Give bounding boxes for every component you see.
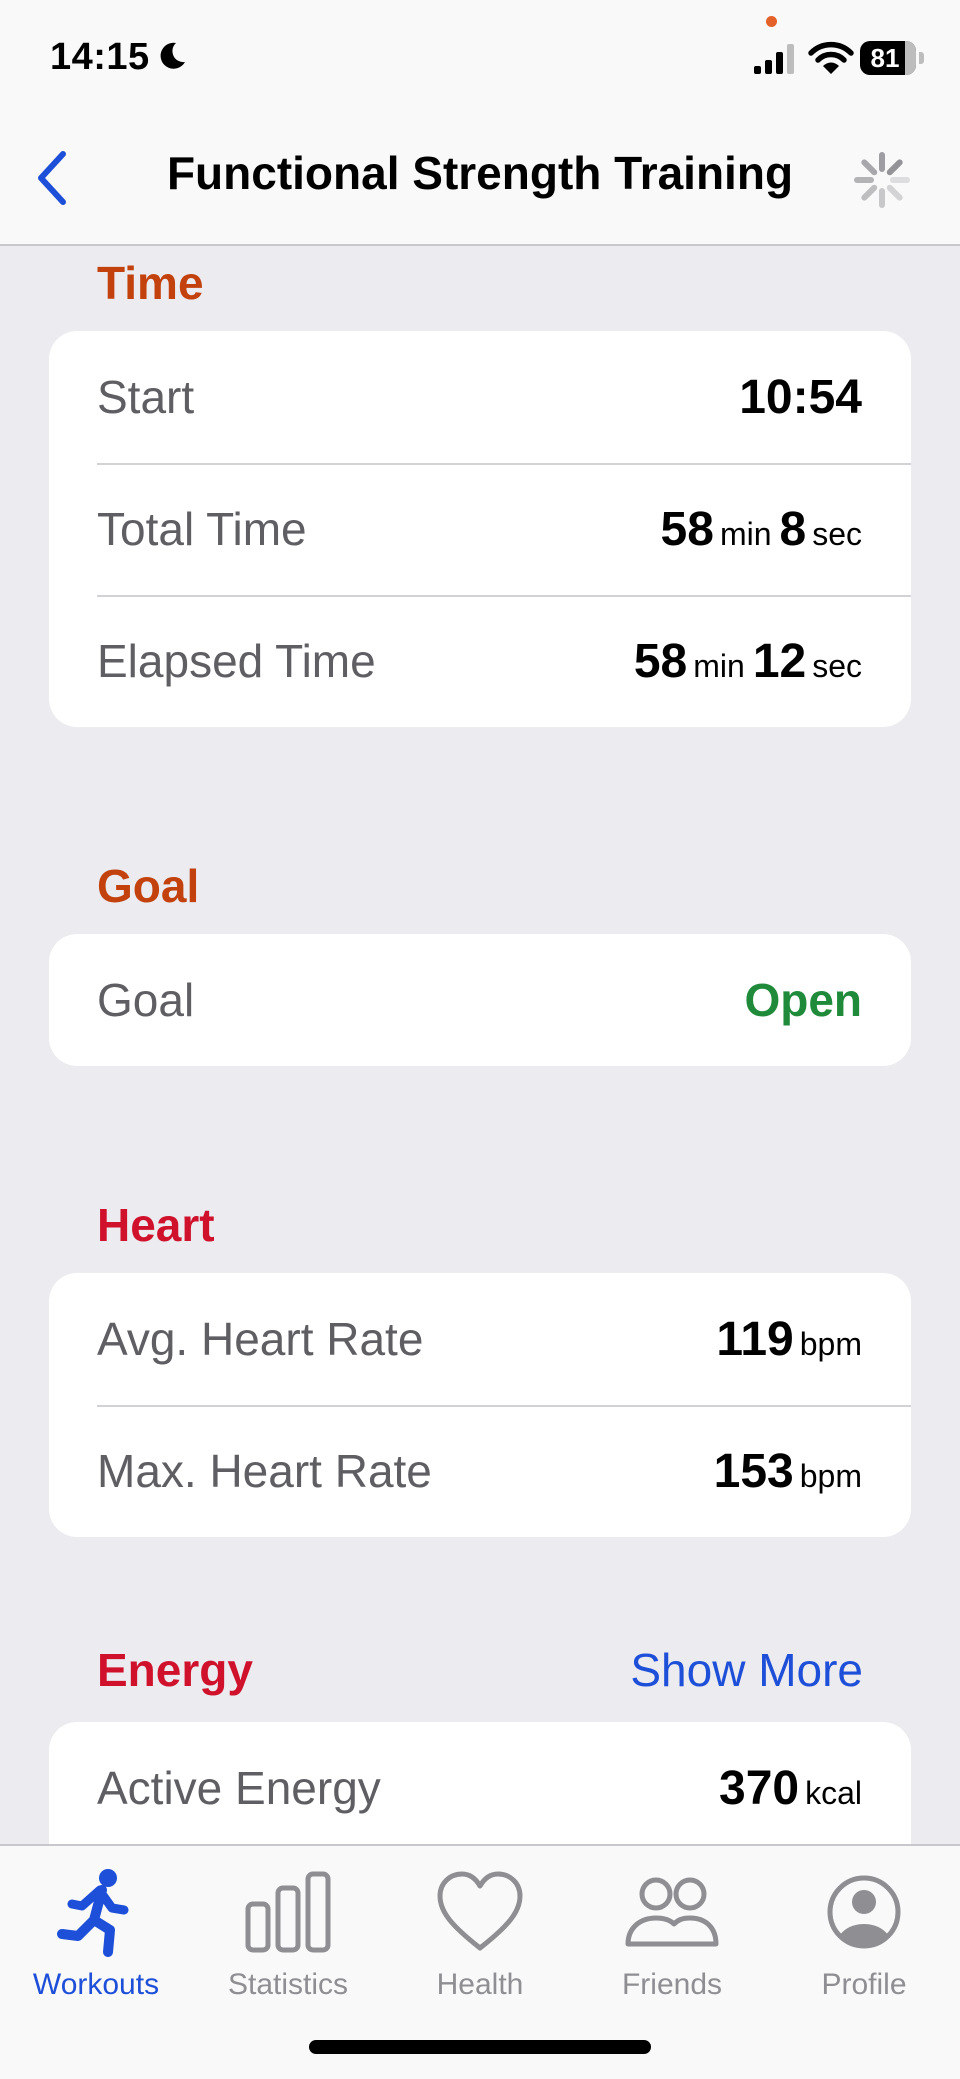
tab-statistics[interactable]: Statistics <box>192 1864 384 2014</box>
bar-chart-icon <box>245 1871 331 1953</box>
back-button[interactable] <box>18 138 88 218</box>
spinner-spoke <box>886 184 903 201</box>
goal-card: Goal Open <box>49 934 911 1066</box>
goal-value: Open <box>744 974 862 1026</box>
tab-workouts[interactable]: Workouts <box>0 1864 192 2014</box>
page-title: Functional Strength Training <box>166 147 794 199</box>
elapsed-time-value: 58 min 12 sec <box>633 634 862 688</box>
battery-indicator: 81 <box>860 41 924 75</box>
battery-percent: 81 <box>870 43 900 73</box>
goal-label: Goal <box>97 974 195 1026</box>
wifi-icon <box>808 41 854 74</box>
navigation-bar: Functional Strength Training <box>0 120 960 246</box>
spinner-icon <box>854 152 910 208</box>
spinner-spoke <box>886 159 903 176</box>
workout-details[interactable]: Time Start 10:54 Total Time 58 min 8 sec El… <box>0 246 960 1844</box>
start-row: Start 10:54 <box>49 331 911 463</box>
max-heart-rate-label: Max. Heart Rate <box>97 1445 432 1497</box>
active-energy-row: Active Energy 370 kcal <box>49 1722 911 1844</box>
total-time-label: Total Time <box>97 503 307 555</box>
tab-health[interactable]: Health <box>384 1864 576 2014</box>
tab-label-statistics: Statistics <box>227 1968 349 2001</box>
section-header-time: Time <box>97 257 204 309</box>
status-bar: 14:15 81 <box>0 0 960 120</box>
home-indicator <box>309 2040 651 2054</box>
heart-card: Avg. Heart Rate 119 bpm Max. Heart Rate 1… <box>49 1273 911 1537</box>
active-energy-label: Active Energy <box>97 1762 381 1814</box>
elapsed-time-row: Elapsed Time 58 min 12 sec <box>49 595 911 727</box>
total-time-value: 58 min 8 sec <box>660 502 862 556</box>
running-figure-icon <box>57 1869 129 1957</box>
start-label: Start <box>97 371 195 423</box>
section-header-goal: Goal <box>97 860 200 912</box>
goal-row: Goal Open <box>49 934 911 1066</box>
profile-icon <box>827 1875 901 1949</box>
avg-heart-rate-row: Avg. Heart Rate 119 bpm <box>49 1273 911 1405</box>
show-more-link[interactable]: Show More <box>630 1643 863 1697</box>
spinner-spoke <box>861 184 878 201</box>
spinner-spoke <box>861 159 878 176</box>
max-heart-rate-row: Max. Heart Rate 153 bpm <box>49 1405 911 1537</box>
avg-heart-rate-label: Avg. Heart Rate <box>97 1313 424 1365</box>
max-heart-rate-value: 153 bpm <box>713 1444 862 1498</box>
chevron-left-icon <box>38 151 66 205</box>
avg-heart-rate-value: 119 bpm <box>716 1312 862 1366</box>
start-value: 10:54 <box>739 370 862 424</box>
elapsed-time-label: Elapsed Time <box>97 635 376 687</box>
tab-label-workouts: Workouts <box>32 1968 160 2001</box>
privacy-indicator-dot <box>766 16 777 27</box>
time-card: Start 10:54 Total Time 58 min 8 sec Elapsed… <box>49 331 911 727</box>
tab-label-friends: Friends <box>621 1968 723 2001</box>
total-time-row: Total Time 58 min 8 sec <box>49 463 911 595</box>
active-energy-value: 370 kcal <box>719 1761 862 1815</box>
tab-label-health: Health <box>436 1968 524 2001</box>
energy-card: Active Energy 370 kcal <box>49 1722 911 1844</box>
heart-icon <box>437 1871 523 1951</box>
tab-friends[interactable]: Friends <box>576 1864 768 2014</box>
section-header-energy: Energy <box>97 1644 253 1696</box>
status-time: 14:15 <box>50 36 150 78</box>
cellular-signal-icon <box>754 44 794 74</box>
moon-icon <box>160 42 185 69</box>
tab-label-profile: Profile <box>821 1968 907 2001</box>
tab-profile[interactable]: Profile <box>768 1864 960 2014</box>
section-header-heart: Heart <box>97 1199 215 1251</box>
people-icon <box>625 1877 719 1947</box>
